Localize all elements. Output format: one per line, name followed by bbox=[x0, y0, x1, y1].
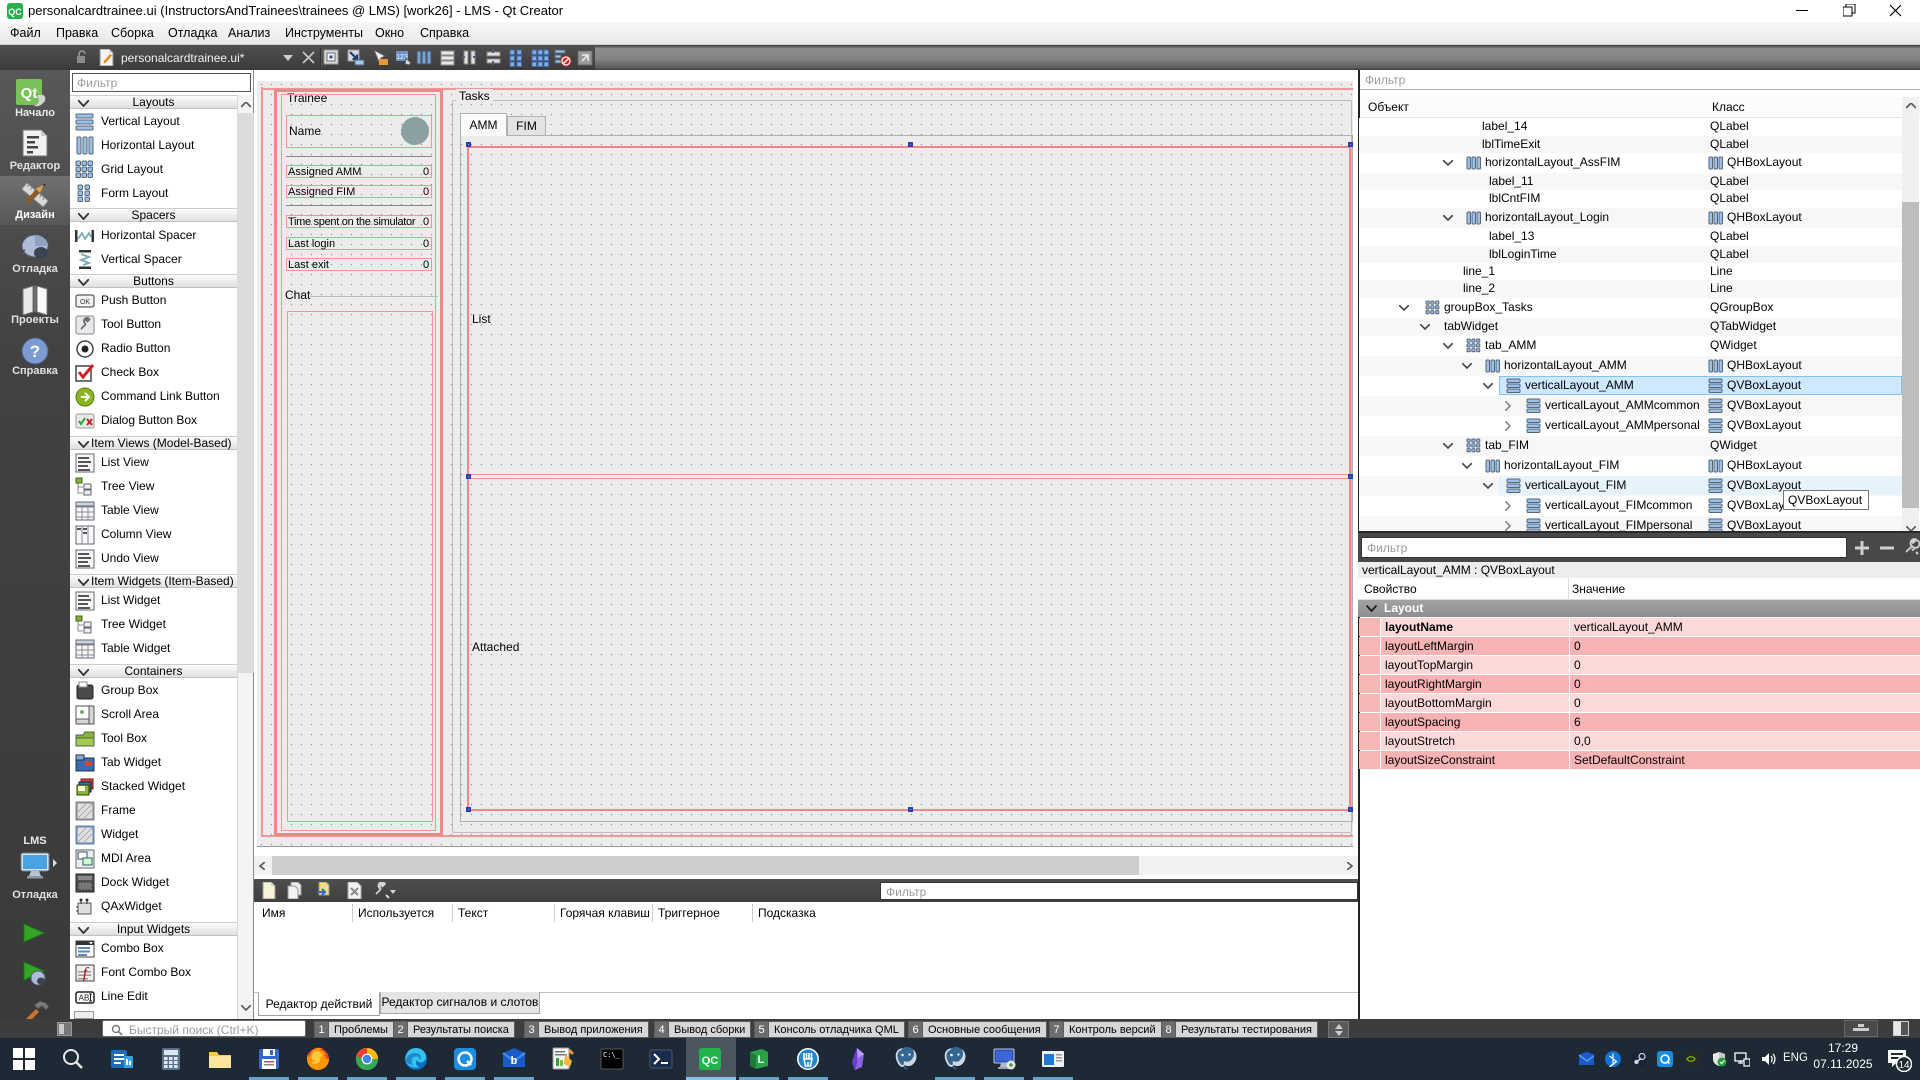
svg-text:QC: QC bbox=[702, 1055, 719, 1067]
svg-text:L: L bbox=[758, 1054, 765, 1066]
svg-text:Qt: Qt bbox=[21, 85, 38, 102]
svg-text:C:\_: C:\_ bbox=[603, 1051, 621, 1059]
svg-text:?: ? bbox=[30, 342, 40, 361]
svg-text:AB: AB bbox=[79, 994, 90, 1003]
svg-text:14: 14 bbox=[1898, 1060, 1910, 1071]
svg-text:b: b bbox=[511, 1055, 518, 1067]
svg-text:OK: OK bbox=[80, 299, 90, 306]
svg-text:QC: QC bbox=[8, 7, 22, 17]
